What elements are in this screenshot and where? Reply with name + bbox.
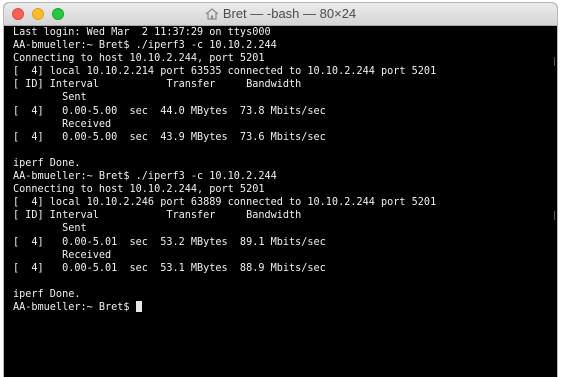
terminal-line: [ 4] 0.00-5.00 sec 43.9 MBytes 73.6 Mbit… [13, 131, 326, 143]
terminal-line: iperf Done. [13, 157, 81, 169]
shell-prompt: AA-bmueller:~ Bret$ [13, 301, 136, 313]
terminal-output[interactable]: Last login: Wed Mar 2 11:37:29 on ttys00… [4, 26, 557, 377]
terminal-line: AA-bmueller:~ Bret$ ./iperf3 -c 10.10.2.… [13, 171, 277, 183]
terminal-line: [ 4] 0.00-5.00 sec 44.0 MBytes 73.8 Mbit… [13, 105, 326, 117]
window-title-container: Bret — -bash — 80×24 [4, 3, 557, 25]
line-wrap-marker [551, 211, 555, 220]
terminal-line: [ 4] local 10.10.2.214 port 63535 connec… [13, 66, 437, 78]
prompt-line[interactable]: AA-bmueller:~ Bret$ [13, 300, 557, 314]
terminal-line: [ 4] 0.00-5.01 sec 53.2 MBytes 89.1 Mbit… [13, 236, 326, 248]
window-title: Bret — -bash — 80×24 [222, 6, 357, 21]
terminal-line: AA-bmueller:~ Bret$ ./iperf3 -c 10.10.2.… [13, 40, 277, 52]
terminal-line: Sent [13, 92, 87, 104]
terminal-line: [ 4] 0.00-5.01 sec 53.1 MBytes 88.9 Mbit… [13, 262, 326, 274]
line-wrap-marker [551, 57, 555, 66]
terminal-line: [ 4] local 10.10.2.246 port 63889 connec… [13, 197, 437, 209]
terminal-line: Received [13, 249, 112, 261]
terminal-window: Bret — -bash — 80×24 Last login: Wed Mar… [4, 3, 557, 377]
text-cursor [135, 300, 142, 312]
terminal-line: iperf Done. [13, 288, 81, 300]
terminal-line: Connecting to host 10.10.2.244, port 520… [13, 53, 265, 65]
home-icon [205, 8, 219, 20]
terminal-line: [ ID] Interval Transfer Bandwidth [13, 210, 302, 222]
terminal-line: Last login: Wed Mar 2 11:37:29 on ttys00… [13, 27, 271, 38]
terminal-line: Received [13, 118, 112, 130]
terminal-line: Sent [13, 223, 87, 235]
terminal-line: Connecting to host 10.10.2.244, port 520… [13, 184, 265, 196]
title-bar[interactable]: Bret — -bash — 80×24 [4, 3, 557, 26]
terminal-line: [ ID] Interval Transfer Bandwidth [13, 79, 302, 91]
